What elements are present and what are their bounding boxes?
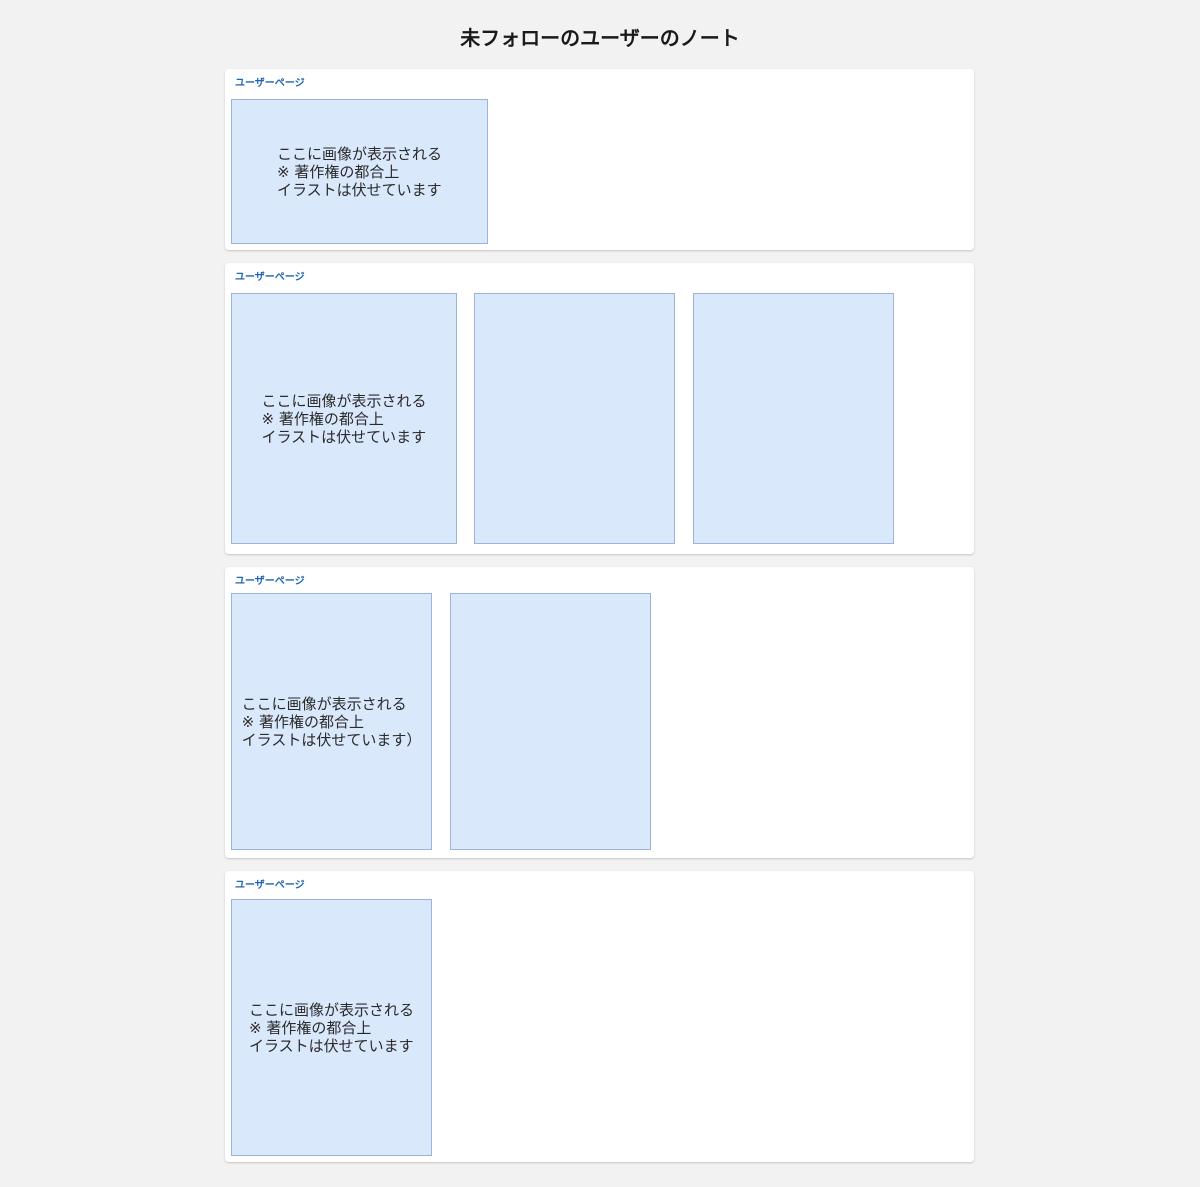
image-placeholder-text: ここに画像が表示される ※ 著作権の都合上 イラストは伏せています	[276, 144, 442, 199]
note-image[interactable]	[693, 293, 894, 544]
note-image[interactable]: ここに画像が表示される ※ 著作権の都合上 イラストは伏せています	[231, 99, 488, 244]
user-page-link[interactable]: ユーザーページ	[235, 272, 305, 284]
page-title: 未フォローのユーザーのノート	[460, 26, 740, 50]
user-page-link[interactable]: ユーザーページ	[235, 880, 305, 892]
note-image[interactable]: ここに画像が表示される ※ 著作権の都合上 イラストは伏せています	[231, 293, 457, 544]
image-placeholder-text: ここに画像が表示される ※ 著作権の都合上 イラストは伏せています	[261, 391, 427, 446]
image-placeholder-text: ここに画像が表示される ※ 著作権の都合上 イラストは伏せています）	[241, 694, 422, 749]
note-card: ユーザーページ ここに画像が表示される ※ 著作権の都合上 イラストは伏せていま…	[225, 871, 974, 1162]
note-card: ユーザーページ ここに画像が表示される ※ 著作権の都合上 イラストは伏せていま…	[225, 567, 974, 858]
image-placeholder-text: ここに画像が表示される ※ 著作権の都合上 イラストは伏せています	[248, 1000, 414, 1055]
user-page-link[interactable]: ユーザーページ	[235, 576, 305, 588]
note-image[interactable]: ここに画像が表示される ※ 著作権の都合上 イラストは伏せています）	[231, 593, 432, 850]
user-page-link[interactable]: ユーザーページ	[235, 78, 305, 90]
note-card: ユーザーページ ここに画像が表示される ※ 著作権の都合上 イラストは伏せていま…	[225, 263, 974, 554]
note-image[interactable]	[450, 593, 651, 850]
note-card: ユーザーページ ここに画像が表示される ※ 著作権の都合上 イラストは伏せていま…	[225, 69, 974, 250]
note-image[interactable]	[474, 293, 675, 544]
note-image[interactable]: ここに画像が表示される ※ 著作権の都合上 イラストは伏せています	[231, 899, 432, 1156]
